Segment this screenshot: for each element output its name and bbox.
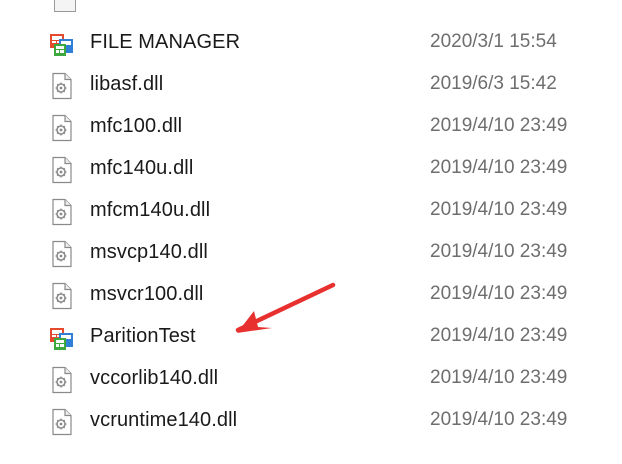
file-name: mfc140u.dll <box>90 157 194 179</box>
file-name: msvcr100.dll <box>90 283 204 305</box>
file-name: FILE MANAGER <box>90 31 241 53</box>
file-name: mfc100.dll <box>90 115 183 137</box>
file-name: vcruntime140.dll <box>90 409 238 431</box>
dll-file-icon <box>48 156 76 184</box>
application-icon <box>48 30 76 58</box>
dll-file-icon <box>48 282 76 310</box>
dll-file-icon <box>48 114 76 142</box>
file-date-modified: 2019/6/3 15:42 <box>430 73 557 94</box>
application-icon <box>48 324 76 352</box>
file-row[interactable]: FILE MANAGER 2020/3/1 15:54 <box>0 22 622 62</box>
file-date-modified: 2019/4/10 23:49 <box>430 115 568 136</box>
file-row[interactable]: libasf.dll 2019/6/3 15:42 <box>0 64 622 104</box>
file-row[interactable]: mfc100.dll 2019/4/10 23:49 <box>0 106 622 146</box>
file-name: msvcp140.dll <box>90 241 208 263</box>
file-list: FILE MANAGER 2020/3/1 15:54 libasf.dll 2… <box>0 0 622 464</box>
file-row[interactable]: msvcr100.dll 2019/4/10 23:49 <box>0 274 622 314</box>
file-row[interactable]: msvcp140.dll 2019/4/10 23:49 <box>0 232 622 272</box>
file-name: mfcm140u.dll <box>90 199 211 221</box>
dll-file-icon <box>48 408 76 436</box>
dll-file-icon <box>48 366 76 394</box>
file-row[interactable]: ParitionTest 2019/4/10 23:49 <box>0 316 622 356</box>
dll-file-icon <box>48 72 76 100</box>
dll-file-icon <box>48 240 76 268</box>
file-name: ParitionTest <box>90 325 196 347</box>
file-date-modified: 2019/4/10 23:49 <box>430 409 568 430</box>
file-name: vccorlib140.dll <box>90 367 219 389</box>
file-date-modified: 2020/3/1 15:54 <box>430 31 557 52</box>
file-row[interactable]: mfc140u.dll 2019/4/10 23:49 <box>0 148 622 188</box>
file-date-modified: 2019/4/10 23:49 <box>430 157 568 178</box>
file-row[interactable]: vcruntime140.dll 2019/4/10 23:49 <box>0 400 622 440</box>
file-date-modified: 2019/4/10 23:49 <box>430 283 568 304</box>
file-date-modified: 2019/4/10 23:49 <box>430 367 568 388</box>
file-date-modified: 2019/4/10 23:49 <box>430 199 568 220</box>
dll-file-icon <box>48 198 76 226</box>
file-row[interactable]: mfcm140u.dll 2019/4/10 23:49 <box>0 190 622 230</box>
file-date-modified: 2019/4/10 23:49 <box>430 241 568 262</box>
file-row[interactable]: vccorlib140.dll 2019/4/10 23:49 <box>0 358 622 398</box>
file-name: libasf.dll <box>90 73 164 95</box>
partial-file-icon <box>54 0 76 12</box>
file-date-modified: 2019/4/10 23:49 <box>430 325 568 346</box>
